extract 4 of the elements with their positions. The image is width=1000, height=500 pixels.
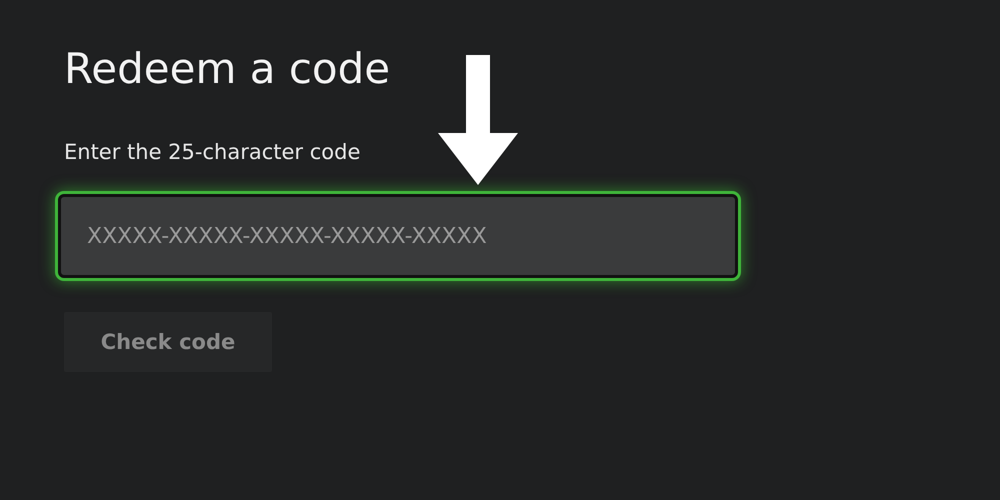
code-input-field[interactable]: XXXXX-XXXXX-XXXXX-XXXXX-XXXXX	[58, 194, 738, 278]
down-arrow-icon	[438, 55, 518, 185]
field-label: Enter the 25-character code	[64, 140, 362, 164]
page-title: Redeem a code	[64, 44, 392, 94]
